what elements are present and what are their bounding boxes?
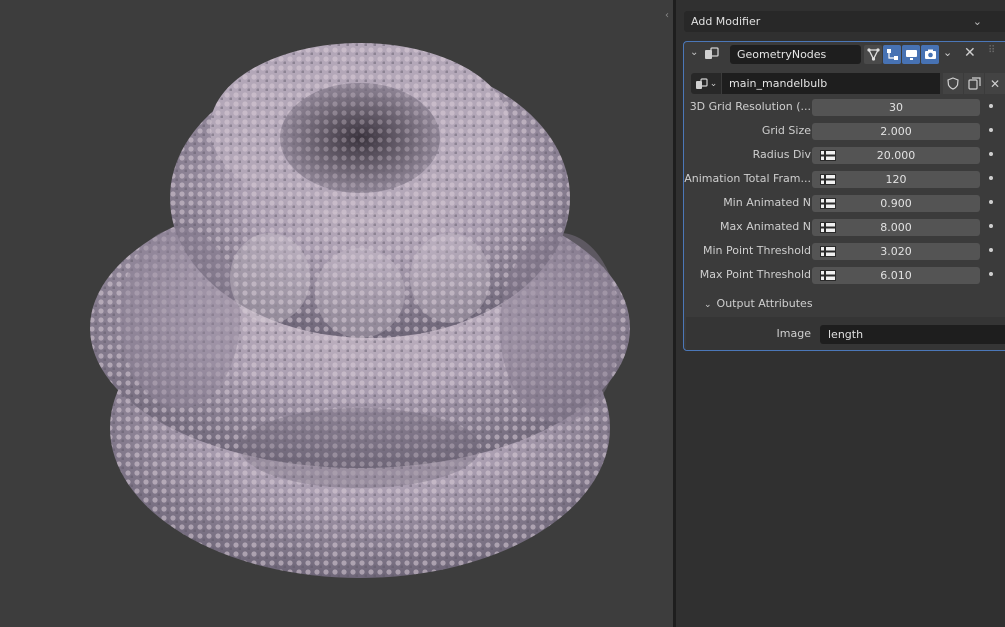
property-label: 3D Grid Resolution (... bbox=[689, 100, 811, 113]
attribute-toggle-icon[interactable] bbox=[820, 270, 836, 281]
property-label: Min Point Threshold bbox=[702, 244, 811, 257]
keyframe-dot-icon[interactable] bbox=[989, 176, 993, 180]
property-value: 0.900 bbox=[880, 197, 912, 210]
close-icon: ✕ bbox=[989, 76, 1001, 91]
property-row: Animation Total Fram... 120 bbox=[684, 169, 1005, 189]
property-row: Min Animated N 0.900 bbox=[684, 193, 1005, 213]
viewport-display-toggle-button[interactable] bbox=[902, 45, 920, 64]
attribute-toggle-icon[interactable] bbox=[820, 150, 836, 161]
property-label: Max Animated N bbox=[719, 220, 811, 233]
sidebar-toggle-icon[interactable]: ‹ bbox=[663, 10, 671, 22]
edit-mode-toggle-button[interactable] bbox=[883, 45, 901, 64]
node-tree-icon bbox=[695, 77, 708, 89]
geometry-nodes-modifier-icon bbox=[705, 47, 719, 59]
keyframe-dot-icon[interactable] bbox=[989, 128, 993, 132]
property-value-field[interactable]: 3.020 bbox=[812, 243, 980, 260]
attribute-toggle-icon[interactable] bbox=[820, 246, 836, 257]
add-modifier-button[interactable]: Add Modifier ⌄ bbox=[684, 11, 1005, 32]
output-attribute-name-input[interactable]: length bbox=[820, 325, 1005, 344]
render-toggle-button[interactable] bbox=[921, 45, 939, 64]
edit-mode-icon bbox=[886, 49, 898, 60]
keyframe-dot-icon[interactable] bbox=[989, 152, 993, 156]
attribute-toggle-icon[interactable] bbox=[820, 174, 836, 185]
keyframe-dot-icon[interactable] bbox=[989, 224, 993, 228]
output-attribute-row: Image length bbox=[684, 324, 1005, 344]
drag-handle-icon[interactable]: ⠿ bbox=[988, 45, 995, 56]
keyframe-dot-icon[interactable] bbox=[989, 272, 993, 276]
output-attributes-title: Output Attributes bbox=[716, 297, 813, 310]
attribute-toggle-icon[interactable] bbox=[820, 198, 836, 209]
chevron-down-icon: ⌄ bbox=[704, 300, 712, 310]
property-value-field[interactable]: 8.000 bbox=[812, 219, 980, 236]
chevron-down-icon: ⌄ bbox=[972, 15, 982, 28]
edit-mode-cage-button[interactable] bbox=[864, 45, 882, 64]
property-value-field[interactable]: 30 bbox=[812, 99, 980, 116]
property-value-field[interactable]: 0.900 bbox=[812, 195, 980, 212]
property-value: 6.010 bbox=[880, 269, 912, 282]
property-row: Min Point Threshold 3.020 bbox=[684, 241, 1005, 261]
modifier-header: ⌄ GeometryNodes ⌄ ✕ ⠿ bbox=[684, 42, 1005, 68]
output-attribute-label: Image bbox=[776, 327, 811, 340]
duplicate-button[interactable] bbox=[964, 73, 984, 94]
node-tree-browse-button[interactable]: ⌄ bbox=[691, 73, 721, 94]
close-icon[interactable]: ✕ bbox=[964, 45, 976, 61]
camera-icon bbox=[924, 49, 936, 59]
keyframe-dot-icon[interactable] bbox=[989, 104, 993, 108]
property-value-field[interactable]: 120 bbox=[812, 171, 980, 188]
monitor-icon bbox=[905, 50, 917, 60]
property-row: Max Animated N 8.000 bbox=[684, 217, 1005, 237]
3d-viewport[interactable]: ‹ bbox=[0, 0, 673, 627]
add-modifier-label: Add Modifier bbox=[691, 15, 761, 28]
chevron-down-icon: ⌄ bbox=[709, 78, 718, 89]
property-label: Grid Size bbox=[761, 124, 811, 137]
property-value: 8.000 bbox=[880, 221, 912, 234]
property-value: 120 bbox=[885, 173, 907, 186]
property-value: 30 bbox=[889, 101, 903, 114]
collapse-chevron-icon[interactable]: ⌄ bbox=[690, 47, 698, 58]
keyframe-dot-icon[interactable] bbox=[989, 248, 993, 252]
property-label: Animation Total Fram... bbox=[684, 172, 811, 185]
attribute-toggle-icon[interactable] bbox=[820, 222, 836, 233]
duplicate-icon bbox=[967, 77, 981, 90]
property-value: 20.000 bbox=[876, 149, 916, 162]
shield-icon bbox=[947, 77, 959, 90]
output-attributes-header[interactable]: ⌄ Output Attributes bbox=[704, 296, 813, 313]
property-row: Grid Size 2.000 bbox=[684, 121, 1005, 141]
property-value: 2.000 bbox=[880, 125, 912, 138]
property-row: 3D Grid Resolution (... 30 bbox=[684, 97, 1005, 117]
modifier-options-dropdown-icon[interactable]: ⌄ bbox=[943, 46, 957, 64]
mandelbulb-render bbox=[90, 43, 630, 578]
fake-user-button[interactable] bbox=[943, 73, 963, 94]
property-row: Max Point Threshold 6.010 bbox=[684, 265, 1005, 285]
property-row: Radius Div 20.000 bbox=[684, 145, 1005, 165]
property-label: Radius Div bbox=[752, 148, 811, 161]
property-value-field[interactable]: 6.010 bbox=[812, 267, 980, 284]
node-tree-selector: ⌄ main_mandelbulb ✕ bbox=[691, 73, 1005, 94]
vertex-triangle-icon bbox=[866, 48, 880, 61]
unlink-button[interactable]: ✕ bbox=[985, 73, 1005, 94]
property-label: Min Animated N bbox=[723, 196, 811, 209]
modifier-name-input[interactable]: GeometryNodes bbox=[730, 45, 861, 64]
property-value-field[interactable]: 2.000 bbox=[812, 123, 980, 140]
geometry-nodes-modifier-panel: ⌄ GeometryNodes ⌄ ✕ ⠿ ⌄ main_mandelbulb … bbox=[683, 41, 1005, 351]
properties-panel: Add Modifier ⌄ ⌄ GeometryNodes ⌄ ✕ ⠿ ⌄ m… bbox=[676, 0, 1005, 627]
property-label: Max Point Threshold bbox=[699, 268, 811, 281]
property-value-field[interactable]: 20.000 bbox=[812, 147, 980, 164]
property-value: 3.020 bbox=[880, 245, 912, 258]
node-tree-name-input[interactable]: main_mandelbulb bbox=[722, 73, 940, 94]
keyframe-dot-icon[interactable] bbox=[989, 200, 993, 204]
